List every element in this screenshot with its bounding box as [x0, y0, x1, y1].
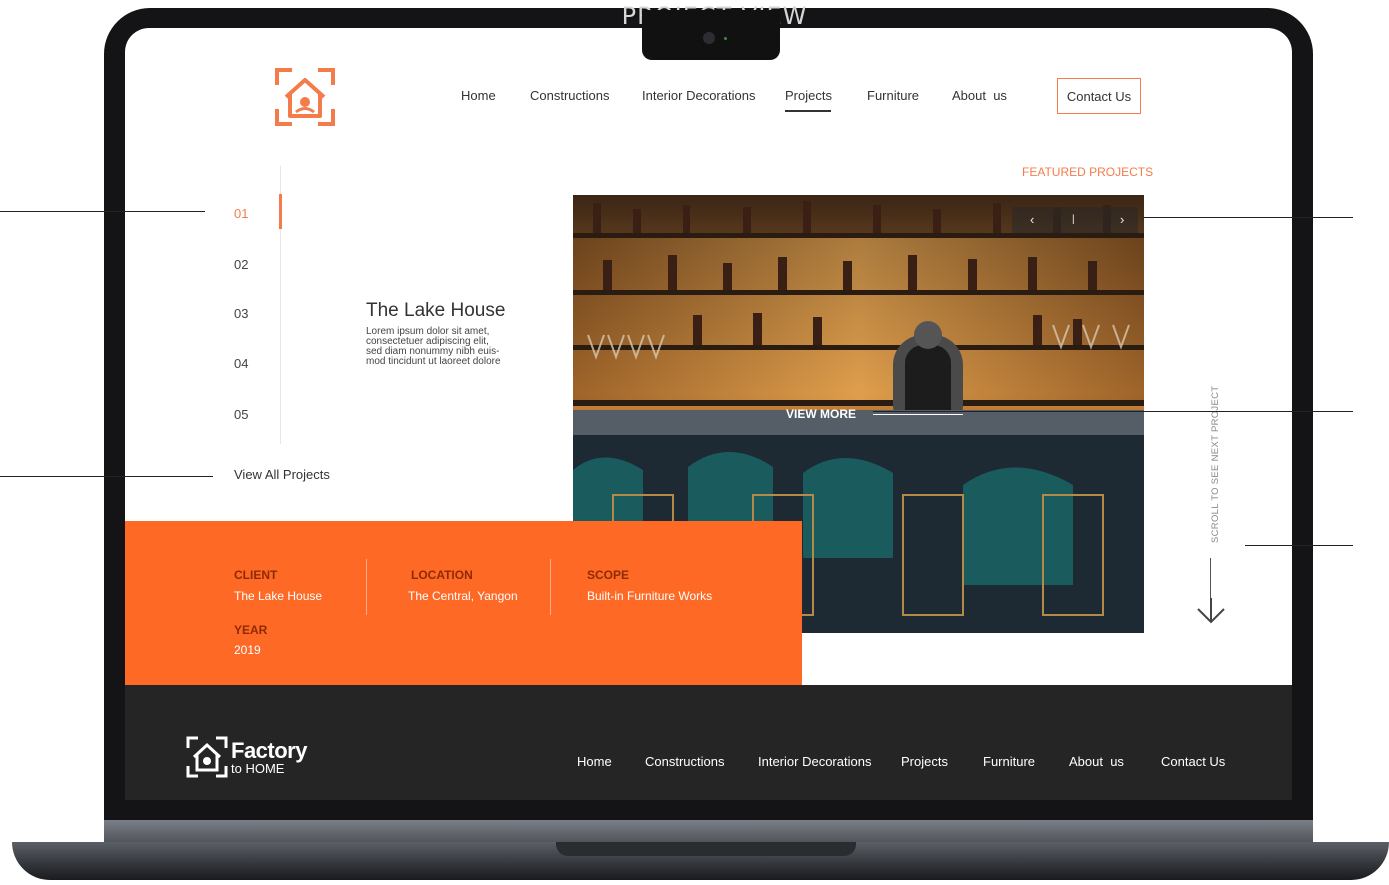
- nav-about-us[interactable]: About us: [952, 88, 1007, 103]
- annotation-line-slider: [1143, 217, 1353, 218]
- nav-projects[interactable]: Projects: [785, 88, 832, 103]
- nav-interior-decorations[interactable]: Interior Decorations: [642, 88, 755, 103]
- website-screen: Home Constructions Interior Decorations …: [125, 28, 1292, 800]
- info-divider: [366, 559, 367, 615]
- camera-icon: [703, 32, 715, 44]
- scope-label: SCOPE: [587, 568, 630, 582]
- camera-led: [724, 37, 727, 40]
- slider-divider: |: [1072, 214, 1075, 225]
- footer-house-logo-icon[interactable]: [186, 736, 228, 783]
- client-value: The Lake House: [234, 589, 323, 603]
- view-more-line: [873, 414, 963, 415]
- laptop-hinge-notch: [556, 842, 856, 856]
- scope-value: Built-in Furniture Works: [587, 589, 713, 603]
- site-footer: Factory to HOME Home Constructions Inter…: [125, 685, 1292, 800]
- project-number-02[interactable]: 02: [234, 257, 248, 272]
- slider-prev-button[interactable]: ‹: [1030, 212, 1034, 227]
- nav-home[interactable]: Home: [461, 88, 496, 103]
- contact-us-button[interactable]: Contact Us: [1057, 78, 1141, 114]
- camera-notch: [642, 10, 780, 60]
- featured-projects-label: FEATURED PROJECTS: [1022, 165, 1154, 179]
- arrow-down-icon[interactable]: [1196, 598, 1226, 629]
- footer-logo-sub: to HOME: [231, 761, 285, 776]
- scroll-hint: SCROLL TO SEE NEXT PROJECT: [1210, 385, 1221, 543]
- project-description: Lorem ipsum dolor sit amet, consectetuer…: [366, 327, 506, 367]
- view-more-button[interactable]: VIEW MORE: [786, 407, 856, 421]
- house-logo-icon: [275, 68, 335, 126]
- description-line: mod tincidunt ut laoreet dolore: [366, 356, 501, 367]
- list-active-indicator: [279, 194, 282, 229]
- project-number-03[interactable]: 03: [234, 306, 248, 321]
- annotation-line-view-all: [0, 476, 213, 477]
- footer-nav-constructions[interactable]: Constructions: [645, 754, 724, 769]
- annotation-line-view-more: [873, 411, 1353, 412]
- project-number-04[interactable]: 04: [234, 356, 248, 371]
- slider-controls: ‹ | ›: [1012, 207, 1138, 233]
- nav-active-underline: [785, 110, 831, 112]
- nav-constructions[interactable]: Constructions: [530, 88, 609, 103]
- footer-nav-interior-decorations[interactable]: Interior Decorations: [758, 754, 871, 769]
- project-title: The Lake House: [366, 300, 506, 321]
- project-number-01[interactable]: 01: [234, 206, 248, 221]
- client-label: CLIENT: [234, 568, 278, 582]
- location-label: LOCATION: [411, 568, 473, 582]
- footer-nav-home[interactable]: Home: [577, 754, 612, 769]
- year-label: YEAR: [234, 623, 268, 637]
- project-number-05[interactable]: 05: [234, 407, 248, 422]
- location-value: The Central, Yangon: [408, 589, 518, 603]
- project-info-panel: CLIENT The Lake House LOCATION The Centr…: [125, 521, 802, 685]
- footer-nav-projects[interactable]: Projects: [901, 754, 948, 769]
- nav-furniture[interactable]: Furniture: [867, 88, 919, 103]
- footer-nav-furniture[interactable]: Furniture: [983, 754, 1035, 769]
- annotation-line-scroll: [1245, 545, 1353, 546]
- annotation-line-list: [0, 211, 205, 212]
- footer-nav-about-us[interactable]: About us: [1069, 754, 1124, 769]
- site-logo[interactable]: [274, 67, 336, 127]
- footer-nav-contact-us[interactable]: Contact Us: [1161, 754, 1225, 769]
- info-divider: [550, 559, 551, 615]
- slider-next-button[interactable]: ›: [1120, 212, 1124, 227]
- year-value: 2019: [234, 643, 261, 657]
- view-all-projects-link[interactable]: View All Projects: [234, 467, 330, 482]
